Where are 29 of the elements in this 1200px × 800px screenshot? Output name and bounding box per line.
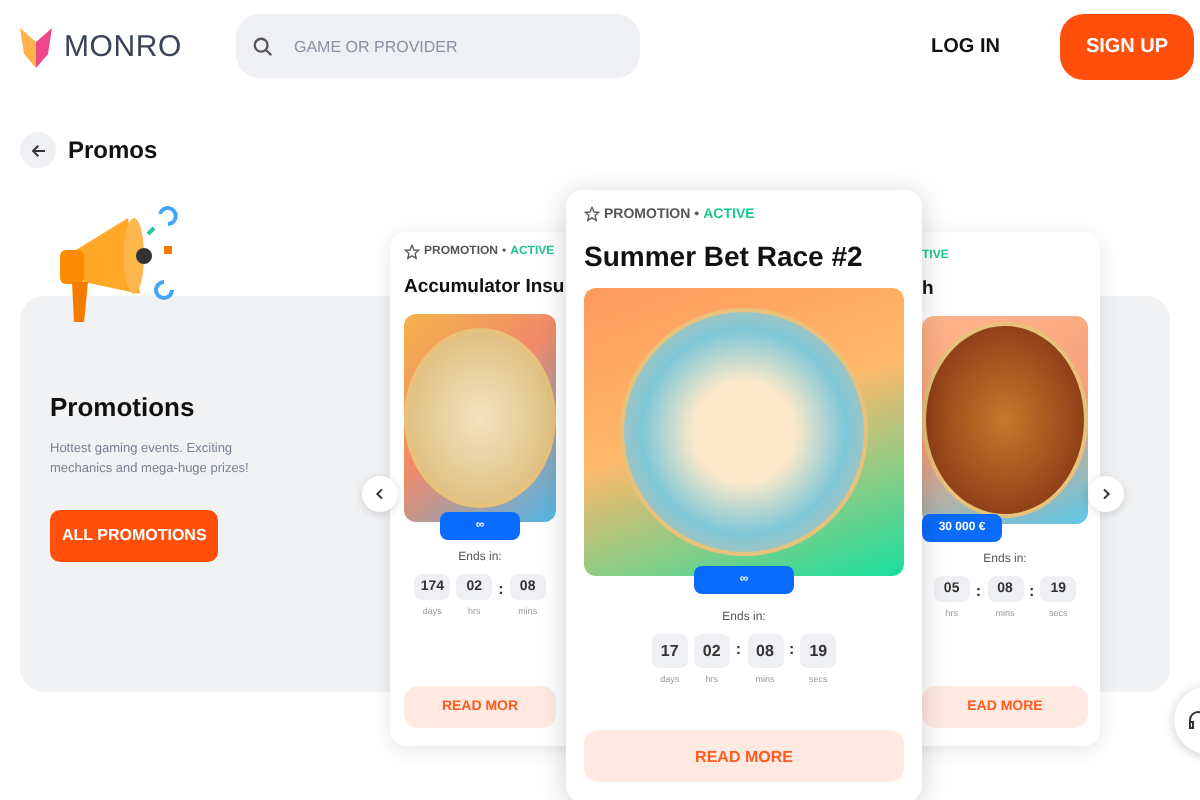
back-button[interactable] [20,132,56,168]
signup-button[interactable]: SIGN UP [1060,13,1194,79]
chevron-left-icon [372,486,388,502]
chevron-right-icon [1098,486,1114,502]
timer-colon: : [789,640,795,658]
timer-colon: : [975,582,981,600]
logo-icon [20,24,52,68]
timer-value: 08 [747,634,783,668]
timer-colon: : [498,580,504,598]
search-input[interactable]: GAME OR PROVIDER [290,35,624,57]
promotions-heading: Promotions [50,392,195,422]
read-more-button[interactable]: READ MORE [584,730,904,782]
logo-text: MONRO [64,29,182,63]
all-promotions-button[interactable]: ALL PROMOTIONS [50,509,218,562]
back-arrow-icon [29,141,47,159]
page-title: Promos [68,136,158,164]
search-icon [252,35,274,57]
promo-title: Accumulator Insu [404,276,565,298]
timer-colon: : [1029,582,1035,600]
promo-title: h [922,278,934,300]
star-icon [404,244,420,260]
timer-value: 19 [800,634,837,668]
timer-colon: : [735,640,741,658]
search-field[interactable]: GAME OR PROVIDER [236,14,640,78]
promo-title: Summer Bet Race #2 [584,240,863,272]
star-icon [584,206,600,222]
timer-value: 17 [651,634,688,668]
timer-value: 02 [693,634,730,668]
login-button[interactable]: LOG IN [919,33,1012,59]
